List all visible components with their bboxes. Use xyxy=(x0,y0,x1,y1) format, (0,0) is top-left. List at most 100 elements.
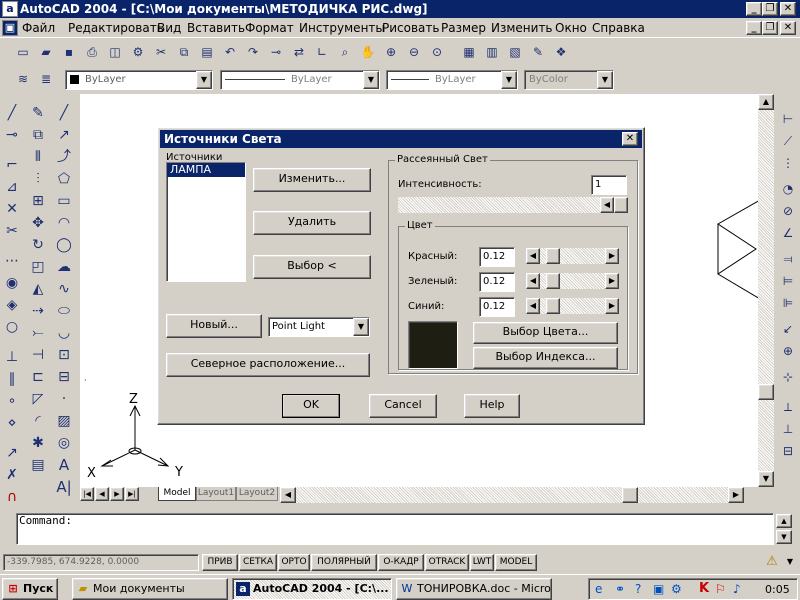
revcloud-icon[interactable]: ☁ xyxy=(53,256,75,278)
extend-icon[interactable]: ⊣ xyxy=(27,344,49,366)
autocad-app-icon[interactable]: a xyxy=(2,1,18,17)
dots-icon[interactable]: ⋯ xyxy=(1,250,23,272)
menu-edit[interactable]: Редактировать xyxy=(68,21,164,35)
lineweight-select[interactable]: ByLayer ▼ xyxy=(386,70,518,90)
region-icon[interactable]: ◎ xyxy=(53,432,75,454)
explode-icon[interactable]: ✱ xyxy=(27,432,49,454)
dim-text-edit-icon[interactable]: ⊥ xyxy=(777,418,799,440)
snap-icon[interactable]: ⇄ xyxy=(288,43,310,63)
blue-input[interactable]: 0.12 xyxy=(479,297,515,317)
slider-left-arrow-icon[interactable]: ◀ xyxy=(526,273,540,289)
blue-slider[interactable]: ◀ ▶ xyxy=(526,298,619,314)
pan-icon[interactable]: ✋ xyxy=(357,43,379,63)
copy-object-icon[interactable]: ⧉ xyxy=(27,124,49,146)
modify-button[interactable]: Изменить... xyxy=(253,168,371,192)
menu-modify[interactable]: Изменить xyxy=(491,21,553,35)
menu-format[interactable]: Формат xyxy=(245,21,294,35)
dim-edit-icon[interactable]: ⟂ xyxy=(777,396,799,418)
hscroll-thumb[interactable] xyxy=(622,487,638,503)
red-slider[interactable]: ◀ ▶ xyxy=(526,248,619,264)
scroll-right-arrow-icon[interactable]: ▶ xyxy=(728,487,744,503)
rotate-icon[interactable]: ↻ xyxy=(27,234,49,256)
ordinate-dim-icon[interactable]: ⋮ xyxy=(777,152,799,174)
last-tab-icon[interactable]: ▶| xyxy=(125,487,139,501)
tray-app-icon[interactable]: ⚐ xyxy=(715,582,726,596)
insert-block-icon[interactable]: ⊡ xyxy=(53,344,75,366)
draw-pline-icon[interactable]: ⤴ xyxy=(53,146,75,168)
next-tab-icon[interactable]: ▶ xyxy=(110,487,124,501)
red-input[interactable]: 0.12 xyxy=(479,247,515,267)
open-folder-icon[interactable]: ▰ xyxy=(35,43,57,63)
toggle-snap[interactable]: ПРИВ xyxy=(202,554,238,571)
ellipse-icon[interactable]: ⬭ xyxy=(53,300,75,322)
move-icon[interactable]: ✥ xyxy=(27,212,49,234)
tab-layout2[interactable]: Layout2 xyxy=(236,487,278,501)
redo-icon[interactable]: ↷ xyxy=(242,43,264,63)
parallel-icon[interactable]: ∥ xyxy=(1,368,23,390)
vertical-scrollbar[interactable]: ▲ ▼ xyxy=(758,94,774,487)
snap-circle-icon[interactable]: ○ xyxy=(1,316,23,338)
scroll-left-arrow-icon[interactable]: ◀ xyxy=(280,487,296,503)
publish-icon[interactable]: ⚙ xyxy=(127,43,149,63)
print-icon[interactable]: ⎙ xyxy=(81,43,103,63)
slider-left-arrow-icon[interactable]: ◀ xyxy=(526,298,540,314)
status-menu-icon[interactable]: ▼ xyxy=(784,555,796,569)
help-button[interactable]: Help xyxy=(464,394,520,418)
tab-model[interactable]: Model xyxy=(158,487,196,501)
menu-help[interactable]: Справка xyxy=(592,21,645,35)
slider-right-arrow-icon[interactable]: ▶ xyxy=(605,298,619,314)
north-location-button[interactable]: Северное расположение... xyxy=(166,353,370,377)
intensity-thumb[interactable] xyxy=(614,197,628,213)
warning-icon[interactable]: ⚠ xyxy=(762,553,782,571)
diameter-dim-icon[interactable]: ⊘ xyxy=(777,200,799,222)
osnap-settings-icon[interactable]: ∩ xyxy=(1,486,23,508)
trim-edge-icon[interactable]: ⤚ xyxy=(27,322,49,344)
draw-polygon-icon[interactable]: ⬠ xyxy=(53,168,75,190)
green-input[interactable]: 0.12 xyxy=(479,272,515,292)
color-select[interactable]: ByLayer ▼ xyxy=(65,70,213,90)
tolerance-icon[interactable]: ⊕ xyxy=(777,340,799,362)
command-line[interactable]: Command: xyxy=(16,513,774,545)
minimize-button[interactable]: _ xyxy=(746,2,762,16)
select-color-button[interactable]: Выбор Цвета... xyxy=(473,322,618,344)
center-mark-icon[interactable]: ⊹ xyxy=(777,366,799,388)
layers-icon[interactable]: ≋ xyxy=(12,70,34,90)
snap-endpoint-icon[interactable]: ◉ xyxy=(1,272,23,294)
select-index-button[interactable]: Выбор Индекса... xyxy=(473,347,618,369)
chamfer-icon[interactable]: ◸ xyxy=(27,388,49,410)
dialog-close-icon[interactable]: ✕ xyxy=(622,132,638,146)
insertion-icon[interactable]: ⋄ xyxy=(1,412,23,434)
select-button[interactable]: Выбор < xyxy=(253,255,371,279)
display-icon[interactable]: ▣ xyxy=(653,582,664,596)
draw-arc-icon[interactable]: ◠ xyxy=(53,212,75,234)
lights-list[interactable]: ЛАМПА xyxy=(166,162,246,282)
point-icon[interactable]: · xyxy=(53,388,75,410)
plotstyle-select[interactable]: ByColor ▼ xyxy=(524,70,614,90)
close-button[interactable]: ✕ xyxy=(780,2,796,16)
volume-icon[interactable]: ♪ xyxy=(733,582,741,596)
delete-button[interactable]: Удалить xyxy=(253,211,371,235)
slider-right-arrow-icon[interactable]: ▶ xyxy=(605,273,619,289)
toggle-ortho[interactable]: ОРТО xyxy=(278,554,310,571)
red-thumb[interactable] xyxy=(546,248,561,264)
mtext-icon[interactable]: A xyxy=(53,454,75,476)
draw-line-icon[interactable]: ╱ xyxy=(53,102,75,124)
toggle-lwt[interactable]: LWT xyxy=(470,554,494,571)
menu-tools[interactable]: Инструменты xyxy=(299,21,385,35)
cmd-scroll-up-icon[interactable]: ▲ xyxy=(776,514,792,528)
task-word-document[interactable]: W ТОНИРОВКА.doc - Micro... xyxy=(396,578,552,600)
tab-layout1[interactable]: Layout1 xyxy=(196,487,236,501)
scroll-up-arrow-icon[interactable]: ▲ xyxy=(758,94,774,110)
blue-thumb[interactable] xyxy=(546,298,561,314)
spline-icon[interactable]: ∿ xyxy=(53,278,75,300)
menu-view[interactable]: Вид xyxy=(157,21,181,35)
snap-none-icon[interactable]: ✗ xyxy=(1,464,23,486)
ok-button[interactable]: OK xyxy=(282,394,340,418)
doc-restore-button[interactable]: ❐ xyxy=(762,21,778,35)
intensity-input[interactable]: 1 xyxy=(591,175,627,195)
first-tab-icon[interactable]: |◀ xyxy=(80,487,94,501)
toggle-polar[interactable]: ПОЛЯРНЫЙ xyxy=(311,554,377,571)
text-icon[interactable]: A| xyxy=(53,476,75,498)
polyline-icon[interactable]: ⌐ xyxy=(1,154,23,176)
cancel-button[interactable]: Cancel xyxy=(369,394,437,418)
